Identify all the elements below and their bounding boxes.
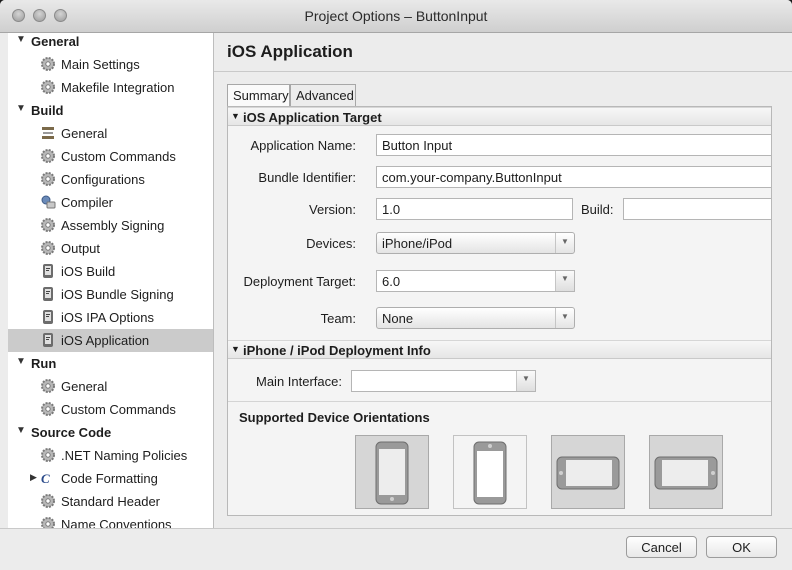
- team-label: Team:: [320, 311, 356, 326]
- sidebar-item-standard-header[interactable]: Standard Header: [8, 490, 213, 513]
- ok-button[interactable]: OK: [706, 536, 777, 558]
- title-bar: Project Options – ButtonInput: [0, 0, 792, 33]
- sidebar-item-assembly-signing[interactable]: Assembly Signing: [8, 214, 213, 237]
- sidebar-item-code-formatting[interactable]: ▶ C Code Formatting: [8, 467, 213, 490]
- chevron-down-icon: ▼: [561, 237, 569, 246]
- deployment-target-label: Deployment Target:: [243, 274, 357, 289]
- sidebar-item-custom-commands[interactable]: Custom Commands: [8, 398, 213, 421]
- version-label: Version:: [309, 202, 356, 217]
- disclosure-closed-icon: ▶: [30, 472, 37, 482]
- orientation-landscape-right-toggle[interactable]: [649, 435, 723, 509]
- sidebar-group-source-code[interactable]: ▼ Source Code: [8, 421, 213, 444]
- sidebar-group-run[interactable]: ▼ Run: [8, 352, 213, 375]
- summary-panel: ▼ iOS Application Target Application Nam…: [227, 106, 772, 516]
- version-field[interactable]: 1.0: [376, 198, 573, 220]
- sidebar-item-output[interactable]: Output: [8, 237, 213, 260]
- disclosure-open-icon: ▼: [231, 111, 240, 121]
- app-name-label: Application Name:: [250, 138, 357, 153]
- sidebar-item-ios-application[interactable]: iOS Application: [8, 329, 213, 352]
- sidebar-group-general[interactable]: ▼ General: [8, 33, 213, 53]
- sidebar-item-main-settings[interactable]: Main Settings: [8, 53, 213, 76]
- gear-icon: [40, 378, 56, 394]
- sidebar-item-ios-ipa-options[interactable]: iOS IPA Options: [8, 306, 213, 329]
- cancel-button[interactable]: Cancel: [626, 536, 697, 558]
- iphone-portrait-icon: [375, 441, 409, 505]
- gear-icon: [40, 447, 56, 463]
- sidebar-item-general[interactable]: General: [8, 375, 213, 398]
- dialog-footer: Cancel OK: [0, 528, 792, 570]
- iphone-landscape-right-icon: [654, 456, 718, 490]
- gear-icon: [40, 516, 56, 528]
- ios-device-icon: [40, 286, 56, 302]
- tab-summary[interactable]: Summary: [227, 84, 290, 106]
- disclosure-open-icon: ▼: [16, 34, 26, 45]
- main-interface-combo[interactable]: ▼: [351, 370, 536, 392]
- section-header-target[interactable]: ▼ iOS Application Target: [228, 107, 771, 126]
- sidebar-item-configurations[interactable]: Configurations: [8, 168, 213, 191]
- chevron-down-icon: ▼: [561, 312, 569, 321]
- sidebar-item-compiler[interactable]: Compiler: [8, 191, 213, 214]
- build-label: Build:: [581, 202, 614, 217]
- bundle-id-label: Bundle Identifier:: [258, 170, 356, 185]
- header-divider: [214, 71, 792, 72]
- iphone-landscape-left-icon: [556, 456, 620, 490]
- gear-icon: [40, 401, 56, 417]
- sidebar-item-custom-commands[interactable]: Custom Commands: [8, 145, 213, 168]
- disclosure-open-icon: ▼: [16, 425, 26, 436]
- gear-icon: [40, 493, 56, 509]
- sidebar-item-general[interactable]: General: [8, 122, 213, 145]
- sidebar-item-name-conventions[interactable]: Name Conventions: [8, 513, 213, 528]
- options-sidebar: ▼ General Main Settings Makefile Integratio…: [8, 33, 214, 528]
- app-name-field[interactable]: Button Input: [376, 134, 771, 156]
- disclosure-open-icon: ▼: [231, 344, 240, 354]
- hammer-icon: [40, 125, 56, 141]
- build-field[interactable]: [623, 198, 771, 220]
- code-format-icon: C: [40, 470, 56, 486]
- gear-icon: [40, 217, 56, 233]
- gear-icon: [40, 148, 56, 164]
- disclosure-open-icon: ▼: [16, 103, 26, 114]
- page-title: iOS Application: [227, 42, 353, 61]
- ios-device-icon: [40, 263, 56, 279]
- sidebar-item-makefile-integration[interactable]: Makefile Integration: [8, 76, 213, 99]
- main-interface-label: Main Interface:: [256, 374, 342, 389]
- orientations-title: Supported Device Orientations: [239, 410, 430, 425]
- ios-device-icon: [40, 309, 56, 325]
- orientation-portrait-toggle[interactable]: [355, 435, 429, 509]
- team-popup[interactable]: None ▼: [376, 307, 575, 329]
- orientation-landscape-left-toggle[interactable]: [551, 435, 625, 509]
- main-panel: iOS Application Summary Advanced ▼ iOS A…: [214, 33, 792, 528]
- section-divider: [228, 401, 771, 402]
- sidebar-item-ios-build[interactable]: iOS Build: [8, 260, 213, 283]
- chevron-down-icon: ▼: [522, 374, 530, 383]
- chevron-down-icon: ▼: [561, 274, 569, 283]
- gear-icon: [40, 171, 56, 187]
- devices-popup[interactable]: iPhone/iPod ▼: [376, 232, 575, 254]
- svg-text:C: C: [41, 471, 50, 486]
- gear-icon: [40, 79, 56, 95]
- deployment-target-combo[interactable]: 6.0 ▼: [376, 270, 575, 292]
- sidebar-group-build[interactable]: ▼ Build: [8, 99, 213, 122]
- tab-advanced[interactable]: Advanced: [290, 84, 356, 106]
- devices-label: Devices:: [306, 236, 356, 251]
- compiler-icon: [40, 194, 56, 210]
- iphone-upside-down-icon: [473, 441, 507, 505]
- sidebar-item-ios-bundle-signing[interactable]: iOS Bundle Signing: [8, 283, 213, 306]
- bundle-id-field[interactable]: com.your-company.ButtonInput: [376, 166, 771, 188]
- gear-icon: [40, 240, 56, 256]
- window-title: Project Options – ButtonInput: [304, 8, 488, 24]
- section-header-deployment[interactable]: ▼ iPhone / iPod Deployment Info: [228, 340, 771, 359]
- orientation-upside-down-toggle[interactable]: [453, 435, 527, 509]
- disclosure-open-icon: ▼: [16, 356, 26, 367]
- ios-device-icon: [40, 332, 56, 348]
- sidebar-item-net-naming-policies[interactable]: .NET Naming Policies: [8, 444, 213, 467]
- project-options-window: Project Options – ButtonInput ▼ General Ma…: [0, 0, 792, 570]
- gear-icon: [40, 56, 56, 72]
